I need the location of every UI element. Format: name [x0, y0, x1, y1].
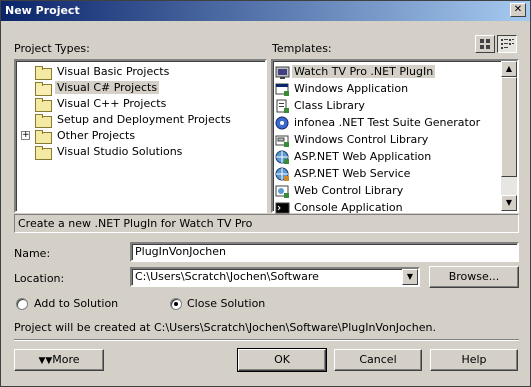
small-icons-icon	[501, 39, 514, 49]
tv-plugin-icon	[275, 66, 290, 79]
windows-app-icon	[275, 83, 289, 96]
title-bar: New Project ✕	[1, 1, 530, 21]
tree-item-visual-cpp[interactable]: Visual C++ Projects	[35, 96, 168, 112]
ok-button[interactable]: OK	[237, 348, 327, 372]
more-button[interactable]: ▼▼More	[14, 349, 104, 371]
template-description: Create a new .NET PlugIn for Watch TV Pr…	[14, 214, 519, 233]
project-types-label: Project Types:	[14, 42, 90, 55]
close-solution-label[interactable]: Close Solution	[187, 297, 265, 310]
tree-item-setup-deployment[interactable]: Setup and Deployment Projects	[35, 112, 233, 128]
folder-icon	[35, 66, 52, 80]
location-combo[interactable]: C:\Users\Scratch\Jochen\Software ▼	[130, 267, 420, 287]
chevron-down-icon[interactable]: ▼	[402, 269, 418, 285]
window-title: New Project	[5, 4, 80, 17]
web-control-icon	[275, 185, 289, 198]
large-icons-view-button[interactable]	[475, 35, 495, 53]
web-service-icon	[275, 167, 289, 181]
tree-item-other-projects[interactable]: + Other Projects	[21, 128, 137, 144]
web-app-icon	[275, 150, 289, 164]
name-label: Name:	[14, 247, 51, 260]
project-types-tree[interactable]: Visual Basic Projects Visual C# Projects…	[14, 59, 267, 213]
template-item-aspnet-web-service[interactable]: ASP.NET Web Service	[275, 165, 412, 182]
scroll-up-icon[interactable]: ▲	[501, 61, 517, 77]
template-item-control-library[interactable]: Windows Control Library	[275, 131, 430, 148]
scroll-down-icon[interactable]: ▼	[501, 195, 517, 211]
location-value: C:\Users\Scratch\Jochen\Software	[135, 270, 319, 283]
template-item-class-library[interactable]: Class Library	[275, 97, 367, 114]
template-item-test-suite[interactable]: infonea .NET Test Suite Generator	[275, 114, 482, 131]
templates-scrollbar[interactable]: ▲ ▼	[501, 61, 517, 211]
close-button[interactable]: ✕	[510, 3, 526, 17]
expand-icon[interactable]: +	[21, 131, 30, 140]
tree-item-visual-csharp[interactable]: Visual C# Projects	[35, 80, 160, 96]
browse-button[interactable]: Browse...	[429, 266, 519, 288]
help-button[interactable]: Help	[430, 349, 518, 371]
project-path-text: Project will be created at C:\Users\Scra…	[14, 321, 437, 334]
template-item-windows-app[interactable]: Windows Application	[275, 80, 410, 97]
add-to-solution-radio[interactable]	[16, 298, 28, 310]
small-icons-view-button[interactable]	[497, 35, 517, 53]
add-to-solution-label[interactable]: Add to Solution	[34, 297, 118, 310]
class-library-icon	[276, 99, 289, 113]
control-library-icon	[275, 135, 289, 147]
folder-open-icon	[35, 82, 52, 96]
scroll-thumb[interactable]	[501, 77, 517, 177]
folder-icon	[35, 98, 52, 112]
test-suite-icon	[275, 116, 289, 129]
templates-label: Templates:	[272, 42, 332, 55]
template-item-watch-tv-plugin[interactable]: Watch TV Pro .NET PlugIn	[275, 63, 436, 80]
folder-icon	[35, 114, 52, 128]
template-item-aspnet-web-app[interactable]: ASP.NET Web Application	[275, 148, 433, 165]
name-input[interactable]: PlugInVonJochen	[130, 242, 519, 262]
divider	[14, 339, 519, 341]
templates-list[interactable]: Watch TV Pro .NET PlugIn Windows Applica…	[271, 59, 519, 214]
cancel-button[interactable]: Cancel	[334, 349, 422, 371]
location-label: Location:	[14, 272, 65, 285]
new-project-dialog: New Project ✕ Project Types: Templates: …	[0, 0, 531, 387]
large-icons-icon	[480, 39, 490, 49]
folder-icon	[35, 146, 52, 160]
folder-icon	[35, 130, 52, 144]
tree-item-visual-basic[interactable]: Visual Basic Projects	[35, 64, 171, 80]
tree-item-vs-solutions[interactable]: Visual Studio Solutions	[35, 144, 184, 160]
double-chevron-down-icon: ▼▼	[38, 356, 53, 366]
close-solution-radio[interactable]	[170, 298, 182, 310]
template-item-web-control-library[interactable]: Web Control Library	[275, 182, 405, 199]
